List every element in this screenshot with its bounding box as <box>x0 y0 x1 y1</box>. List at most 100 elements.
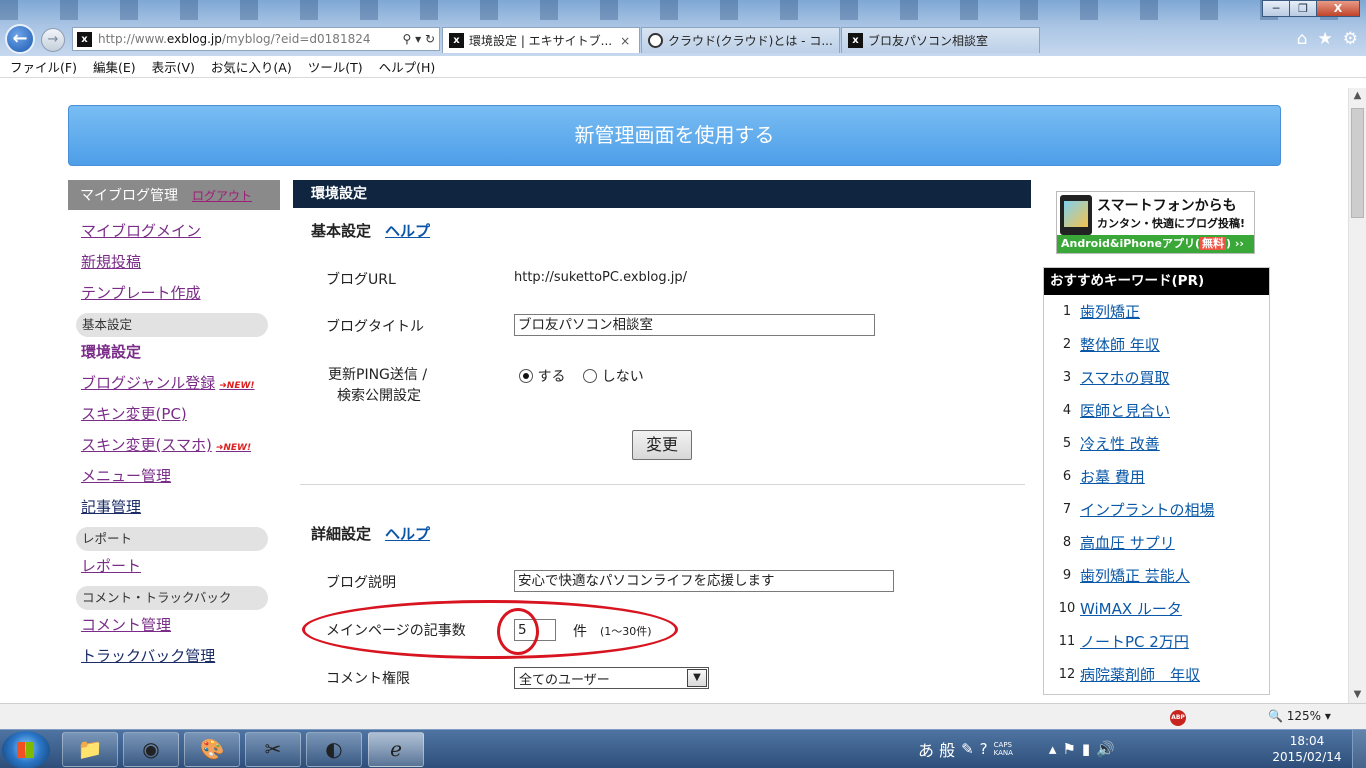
chevron-down-icon: ▼ <box>687 669 707 687</box>
blog-title-label: ブログタイトル <box>326 319 424 335</box>
sidebar-item-article-management[interactable]: 記事管理 <box>68 492 280 523</box>
caps-kana-indicator: CAPS KANA <box>993 741 1013 757</box>
menu-tools[interactable]: ツール(T) <box>308 57 363 76</box>
keyword-item: 2 整体師 年収 <box>1044 328 1269 361</box>
address-controls[interactable]: ⚲ ▾ ↻ <box>403 32 436 46</box>
tab-blog[interactable]: x ブロ友パソコン相談室 <box>841 27 1040 53</box>
article-count-label: メインページの記事数 <box>326 623 466 639</box>
keyword-rank: 6 <box>1062 469 1072 484</box>
taskbar-clock[interactable]: 18:04 2015/02/14 <box>1270 733 1344 765</box>
restore-button[interactable]: ❐ <box>1289 0 1317 17</box>
menu-help[interactable]: ヘルプ(H) <box>379 57 436 76</box>
scroll-down-icon[interactable]: ▼ <box>1349 687 1366 703</box>
close-window-button[interactable]: X <box>1316 0 1360 17</box>
keyword-link[interactable]: 歯列矯正 芸能人 <box>1080 565 1190 586</box>
tab-label: クラウド(クラウド)とは - コ... <box>668 34 833 48</box>
tab-settings[interactable]: x 環境設定 | エキサイトブ... × <box>442 27 640 53</box>
blog-description-input[interactable]: 安心で快適なパソコンライフを応援します <box>514 570 894 592</box>
zoom-level[interactable]: 🔍 125% ▾ <box>1268 709 1331 723</box>
detail-help-link[interactable]: ヘルプ <box>385 523 430 544</box>
ime-indicator[interactable]: あ 般 <box>918 737 955 761</box>
keyword-item: 4 医師と見合い <box>1044 394 1269 427</box>
tray-expand-icon[interactable]: ▴ <box>1049 740 1057 758</box>
scroll-up-icon[interactable]: ▲ <box>1349 88 1366 104</box>
address-bar[interactable]: x http://www.exblog.jp/myblog/?eid=d0181… <box>72 27 440 51</box>
favorites-star-icon[interactable]: ★ <box>1318 29 1333 49</box>
keyword-link[interactable]: WiMAX ルータ <box>1080 598 1182 619</box>
sidebar-item-new-post[interactable]: 新規投稿 <box>68 247 280 278</box>
sidebar-item-environment-settings[interactable]: 環境設定 <box>68 337 280 368</box>
volume-icon[interactable]: 🔊 <box>1096 740 1115 758</box>
sidebar-item-skin-smartphone[interactable]: スキン変更(スマホ) ➜NEW! <box>68 430 280 461</box>
chrome-icon[interactable]: ◉ <box>123 732 179 767</box>
blog-title-input[interactable]: ブロ友パソコン相談室 <box>514 314 875 336</box>
menu-favorites[interactable]: お気に入り(A) <box>211 57 292 76</box>
tab-label: 環境設定 | エキサイトブ... <box>469 34 613 48</box>
flag-icon[interactable]: ⚑ <box>1062 740 1075 758</box>
keyword-rank: 7 <box>1062 502 1072 517</box>
basic-help-link[interactable]: ヘルプ <box>385 220 430 241</box>
tab-close-icon[interactable]: × <box>620 34 630 48</box>
keyword-link[interactable]: 病院薬剤師 年収 <box>1080 664 1200 685</box>
keyword-item: 9 歯列矯正 芸能人 <box>1044 559 1269 592</box>
keyword-link[interactable]: 冷え性 改善 <box>1080 433 1160 454</box>
clock-date: 2015/02/14 <box>1272 750 1342 764</box>
keyword-link[interactable]: 医師と見合い <box>1080 400 1170 421</box>
internet-explorer-icon[interactable]: ℯ <box>368 732 424 767</box>
vertical-scrollbar[interactable]: ▲ ▼ <box>1348 88 1366 703</box>
new-admin-banner-button[interactable]: 新管理画面を使用する <box>68 105 1281 166</box>
keyword-link[interactable]: 整体師 年収 <box>1080 334 1160 355</box>
tab-favicon-icon: x <box>848 33 863 48</box>
sidebar-header: マイブログ管理 ログアウト <box>68 180 280 210</box>
radio-ping-no[interactable] <box>583 369 598 383</box>
sidebar-item-skin-pc[interactable]: スキン変更(PC) <box>68 399 280 430</box>
address-url[interactable]: http://www.exblog.jp/myblog/?eid=d018182… <box>98 32 399 46</box>
snipping-tool-icon[interactable]: ✂ <box>245 732 301 767</box>
sidebar-item-trackback-management[interactable]: トラックバック管理 <box>68 641 280 672</box>
menu-view[interactable]: 表示(V) <box>152 57 195 76</box>
sidebar-item-comment-management[interactable]: コメント管理 <box>68 610 280 641</box>
ad-line3: Android&iPhoneアプリ(無料) ›› <box>1057 235 1254 253</box>
keyword-link[interactable]: 歯列矯正 <box>1080 301 1140 322</box>
keyword-link[interactable]: お墓 費用 <box>1080 466 1145 487</box>
adblock-icon[interactable]: ABP <box>1170 710 1186 726</box>
paint-icon[interactable]: 🎨 <box>184 732 240 767</box>
comment-permission-select[interactable]: 全てのユーザー ▼ <box>514 667 709 689</box>
annotation-circle-small <box>497 608 539 655</box>
keyword-link[interactable]: インプラントの相場 <box>1080 499 1215 520</box>
basic-settings-heading: 基本設定 ヘルプ <box>311 220 431 241</box>
site-favicon-icon: x <box>77 31 92 47</box>
keyword-rank: 9 <box>1062 568 1072 583</box>
settings-gear-icon[interactable]: ⚙ <box>1343 29 1358 49</box>
scrollbar-thumb[interactable] <box>1351 108 1364 218</box>
smartphone-app-ad[interactable]: スマートフォンからも カンタン・快適にブログ投稿! Android&iPhone… <box>1056 191 1255 254</box>
sidebar-item-report[interactable]: レポート <box>68 551 280 582</box>
sidebar-item-create-template[interactable]: テンプレート作成 <box>68 278 280 309</box>
change-submit-button[interactable]: 変更 <box>632 430 692 460</box>
sidebar-item-menu-management[interactable]: メニュー管理 <box>68 461 280 492</box>
help-icon[interactable]: ? <box>980 740 988 758</box>
show-desktop-button[interactable] <box>1352 730 1366 768</box>
ad-line2: カンタン・快適にブログ投稿! <box>1097 217 1246 230</box>
home-icon[interactable]: ⌂ <box>1297 29 1308 49</box>
menu-edit[interactable]: 編集(E) <box>93 57 136 76</box>
minimize-button[interactable]: ─ <box>1262 0 1290 17</box>
network-icon[interactable]: ▮ <box>1082 740 1090 758</box>
sidebar-item-blog-genre[interactable]: ブログジャンル登録 ➜NEW! <box>68 368 280 399</box>
logout-link[interactable]: ログアウト <box>192 187 252 204</box>
tab-label: ブロ友パソコン相談室 <box>868 34 989 48</box>
radio-ping-yes[interactable] <box>519 369 533 383</box>
start-button[interactable] <box>2 731 50 768</box>
sidebar-item-my-blog-main[interactable]: マイブログメイン <box>68 216 280 247</box>
ime-tools-icon[interactable]: ✎ <box>961 740 974 758</box>
app-icon[interactable]: ◐ <box>306 732 362 767</box>
explorer-folder-icon[interactable]: 📁 <box>62 732 118 767</box>
back-button[interactable]: ← <box>5 24 35 54</box>
menu-file[interactable]: ファイル(F) <box>10 57 77 76</box>
tab-cloud[interactable]: クラウド(クラウド)とは - コ... <box>641 27 840 53</box>
keyword-link[interactable]: スマホの買取 <box>1080 367 1170 388</box>
forward-button[interactable]: → <box>41 28 65 52</box>
keyword-link[interactable]: ノートPC 2万円 <box>1080 631 1189 652</box>
keyword-link[interactable]: 高血圧 サプリ <box>1080 532 1175 553</box>
windows-taskbar: 📁 ◉ 🎨 ✂ ◐ ℯ あ 般 ✎ ? CAPS KANA ▴ ⚑ ▮ 🔊 18:… <box>0 729 1366 768</box>
